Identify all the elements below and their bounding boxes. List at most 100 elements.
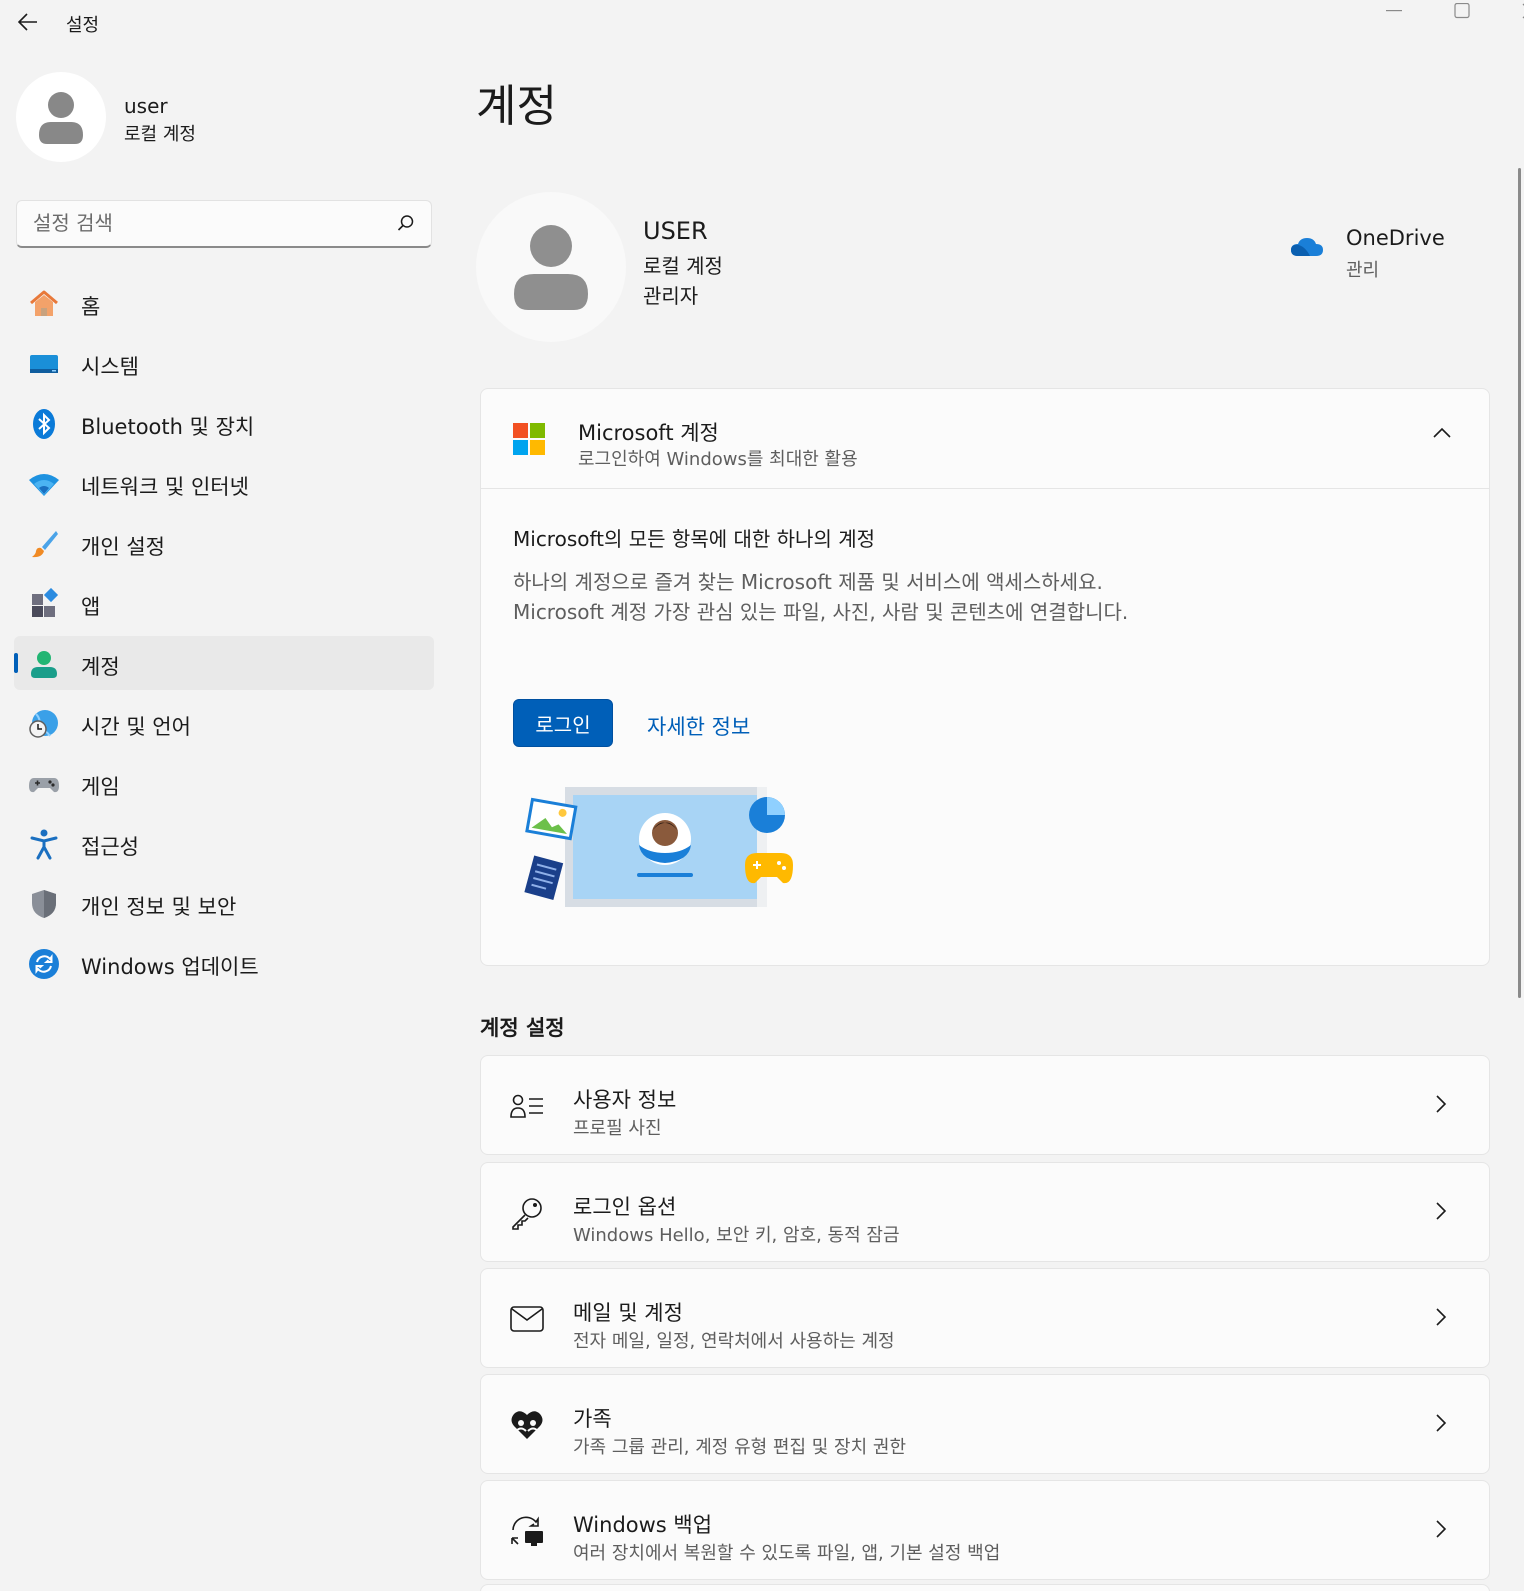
sidebar-item-bluetooth[interactable]: Bluetooth 및 장치 bbox=[14, 396, 434, 450]
microsoft-account-body-title: Microsoft의 모든 항목에 대한 하나의 계정 bbox=[513, 527, 876, 551]
back-arrow-icon bbox=[18, 13, 37, 31]
sidebar-item-label: 홈 bbox=[81, 295, 101, 319]
chevron-right-icon bbox=[1436, 1095, 1447, 1113]
chevron-up-icon[interactable] bbox=[1433, 427, 1451, 439]
chevron-right-icon bbox=[1436, 1308, 1447, 1326]
page-title: 계정 bbox=[476, 81, 557, 132]
minimize-icon bbox=[1386, 10, 1402, 12]
avatar bbox=[16, 72, 106, 162]
close-button[interactable] bbox=[1498, 0, 1524, 22]
microsoft-logo-icon bbox=[513, 423, 545, 455]
microsoft-account-card: Microsoft 계정 로그인하여 Windows를 최대한 활용 Micro… bbox=[480, 388, 1490, 966]
row-title: 사용자 정보 bbox=[573, 1088, 677, 1112]
title-bar: 설정 bbox=[0, 0, 1524, 44]
search-input[interactable] bbox=[17, 201, 377, 245]
microsoft-account-header[interactable]: Microsoft 계정 로그인하여 Windows를 최대한 활용 bbox=[481, 389, 1489, 489]
windows-backup-row[interactable]: Windows 백업 여러 장치에서 복원할 수 있도록 파일, 앱, 기본 설… bbox=[480, 1480, 1490, 1580]
bluetooth-icon bbox=[28, 408, 60, 440]
row-title: 메일 및 계정 bbox=[573, 1301, 683, 1325]
onedrive-panel: OneDrive 관리 bbox=[1290, 224, 1460, 284]
sidebar-item-label: 개인 설정 bbox=[81, 535, 165, 559]
account-settings-heading: 계정 설정 bbox=[480, 1016, 565, 1040]
sidebar-item-label: 네트워크 및 인터넷 bbox=[81, 475, 249, 499]
next-row-partial bbox=[480, 1584, 1490, 1591]
sidebar-item-gaming[interactable]: 게임 bbox=[14, 756, 434, 810]
mail-icon bbox=[509, 1301, 545, 1337]
gamepad-icon bbox=[28, 768, 60, 800]
search-box bbox=[16, 200, 432, 248]
learn-more-link[interactable]: 자세한 정보 bbox=[647, 711, 750, 741]
backup-icon bbox=[509, 1513, 545, 1549]
app-title: 설정 bbox=[66, 15, 100, 36]
sidebar-item-accounts[interactable]: 계정 bbox=[14, 636, 434, 690]
family-heart-icon bbox=[509, 1407, 545, 1443]
sidebar-nav: 홈 시스템 Bluetooth 및 장치 네트워크 및 인터넷 개인 설정 앱 bbox=[14, 276, 434, 996]
row-subtitle: 여러 장치에서 복원할 수 있도록 파일, 앱, 기본 설정 백업 bbox=[573, 1543, 1001, 1564]
accessibility-icon bbox=[28, 828, 60, 860]
user-account-type: 로컬 계정 bbox=[643, 254, 723, 278]
update-icon bbox=[28, 948, 60, 980]
row-subtitle: 전자 메일, 일정, 연락처에서 사용하는 계정 bbox=[573, 1331, 895, 1352]
sidebar-item-personalization[interactable]: 개인 설정 bbox=[14, 516, 434, 570]
login-button[interactable]: 로그인 bbox=[513, 699, 613, 747]
maximize-icon bbox=[1454, 3, 1470, 19]
back-button[interactable] bbox=[14, 8, 42, 36]
minimize-button[interactable] bbox=[1362, 0, 1426, 22]
time-language-icon bbox=[28, 708, 60, 740]
onedrive-cloud-icon bbox=[1291, 238, 1323, 256]
sidebar-item-label: Bluetooth 및 장치 bbox=[81, 415, 255, 439]
email-accounts-row[interactable]: 메일 및 계정 전자 메일, 일정, 연락처에서 사용하는 계정 bbox=[480, 1268, 1490, 1368]
account-icon bbox=[28, 648, 60, 680]
sidebar-item-label: 시스템 bbox=[81, 355, 139, 379]
user-name: USER bbox=[643, 217, 708, 245]
sidebar-item-label: 앱 bbox=[81, 595, 101, 619]
sidebar-item-windows-update[interactable]: Windows 업데이트 bbox=[14, 936, 434, 990]
sidebar-item-label: 개인 정보 및 보안 bbox=[81, 895, 237, 919]
family-row[interactable]: 가족 가족 그룹 관리, 계정 유형 편집 및 장치 권한 bbox=[480, 1374, 1490, 1474]
chevron-right-icon bbox=[1436, 1202, 1447, 1220]
sidebar-item-label: 시간 및 언어 bbox=[81, 715, 191, 739]
sign-in-options-row[interactable]: 로그인 옵션 Windows Hello, 보안 키, 암호, 동적 잠금 bbox=[480, 1162, 1490, 1262]
shield-icon bbox=[28, 888, 60, 920]
user-silhouette-icon bbox=[514, 225, 588, 310]
row-subtitle: Windows Hello, 보안 키, 암호, 동적 잠금 bbox=[573, 1225, 900, 1246]
user-avatar[interactable] bbox=[476, 192, 626, 342]
sidebar-item-label: Windows 업데이트 bbox=[81, 955, 259, 979]
home-icon bbox=[28, 288, 60, 320]
user-role: 관리자 bbox=[643, 284, 699, 308]
row-subtitle: 가족 그룹 관리, 계정 유형 편집 및 장치 권한 bbox=[573, 1437, 907, 1458]
user-silhouette-icon bbox=[39, 92, 83, 144]
sidebar-item-apps[interactable]: 앱 bbox=[14, 576, 434, 630]
sidebar-item-network[interactable]: 네트워크 및 인터넷 bbox=[14, 456, 434, 510]
profile-name: user bbox=[124, 94, 168, 118]
sidebar-item-system[interactable]: 시스템 bbox=[14, 336, 434, 390]
sidebar-profile[interactable]: user 로컬 계정 bbox=[16, 72, 436, 164]
apps-icon bbox=[28, 588, 60, 620]
row-title: 로그인 옵션 bbox=[573, 1195, 677, 1219]
system-icon bbox=[28, 348, 60, 380]
maximize-button[interactable] bbox=[1430, 0, 1494, 22]
onedrive-title: OneDrive bbox=[1346, 226, 1445, 250]
search-icon[interactable] bbox=[397, 214, 415, 232]
profile-account-type: 로컬 계정 bbox=[124, 124, 196, 145]
microsoft-account-body-text: 하나의 계정으로 즐겨 찾는 Microsoft 제품 및 서비스에 액세스하세… bbox=[513, 570, 1129, 624]
chevron-right-icon bbox=[1436, 1414, 1447, 1432]
sidebar-item-privacy-security[interactable]: 개인 정보 및 보안 bbox=[14, 876, 434, 930]
brush-icon bbox=[28, 528, 60, 560]
sidebar-item-home[interactable]: 홈 bbox=[14, 276, 434, 330]
chevron-right-icon bbox=[1436, 1520, 1447, 1538]
sidebar-item-label: 계정 bbox=[81, 655, 120, 679]
microsoft-account-title: Microsoft 계정 bbox=[578, 421, 719, 445]
main-scrollbar[interactable] bbox=[1518, 168, 1521, 998]
sidebar-item-label: 접근성 bbox=[81, 835, 139, 859]
sidebar-item-time-language[interactable]: 시간 및 언어 bbox=[14, 696, 434, 750]
user-info-icon bbox=[509, 1088, 545, 1124]
row-title: Windows 백업 bbox=[573, 1513, 713, 1537]
account-illustration bbox=[524, 787, 793, 907]
key-icon bbox=[509, 1195, 545, 1231]
row-subtitle: 프로필 사진 bbox=[573, 1118, 662, 1139]
onedrive-manage-link[interactable]: 관리 bbox=[1346, 256, 1379, 282]
user-info-row[interactable]: 사용자 정보 프로필 사진 bbox=[480, 1055, 1490, 1155]
wifi-icon bbox=[28, 468, 60, 500]
sidebar-item-accessibility[interactable]: 접근성 bbox=[14, 816, 434, 870]
